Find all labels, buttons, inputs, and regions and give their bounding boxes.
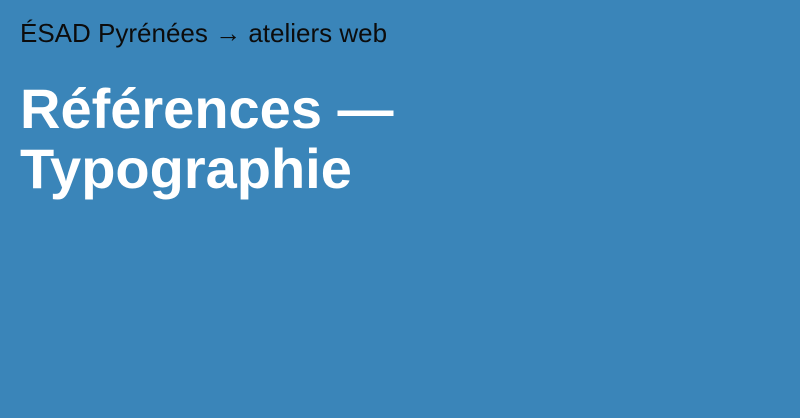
page-title: Références — Typographie <box>20 79 394 199</box>
page-title-line-1: Références — <box>20 77 394 140</box>
arrow-right-icon: → <box>215 18 242 48</box>
site-name: ÉSAD Pyrénées <box>20 18 208 48</box>
social-card: ÉSAD Pyrénées → ateliers web Références … <box>0 0 800 418</box>
site-breadcrumb: ÉSAD Pyrénées → ateliers web <box>20 17 387 49</box>
section-name: ateliers web <box>248 18 388 48</box>
page-title-line-2: Typographie <box>20 137 352 200</box>
